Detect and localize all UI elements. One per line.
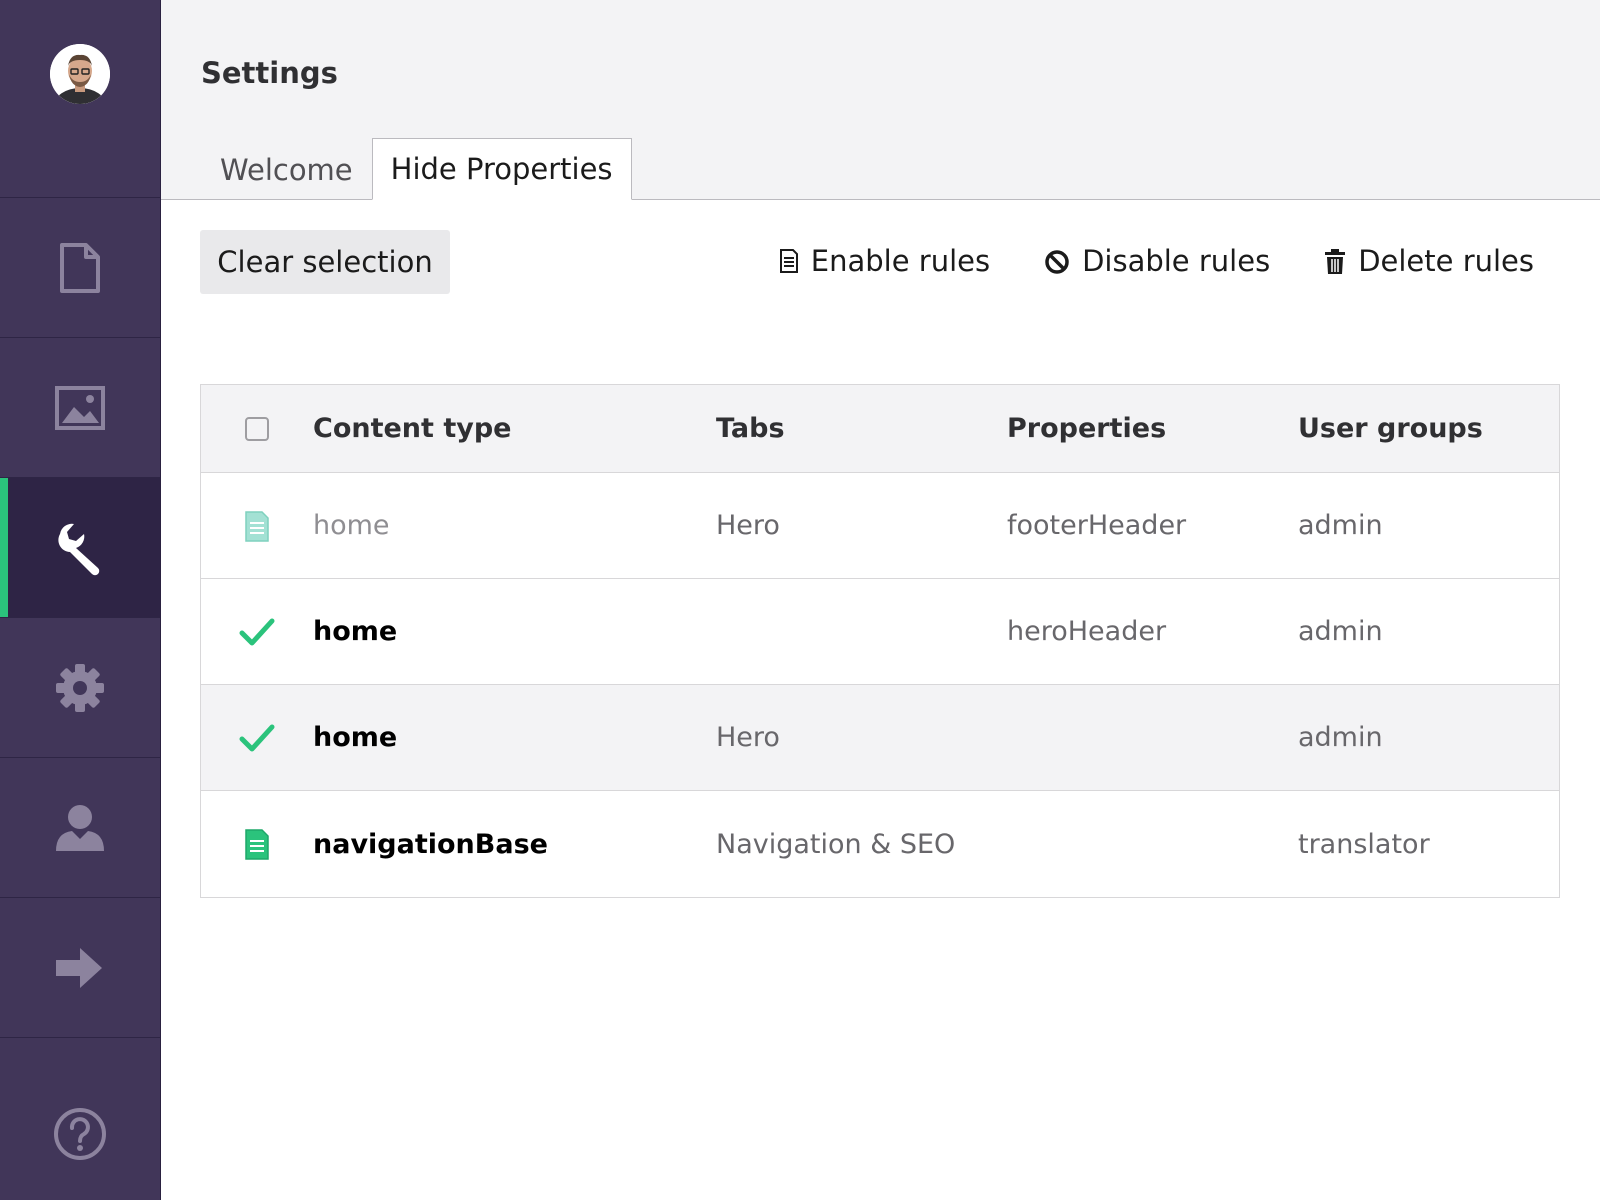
delete-rules-label: Delete rules <box>1358 244 1534 278</box>
document-icon <box>245 829 269 860</box>
cell-tabs: Hero <box>716 510 780 541</box>
cell-tabs: Hero <box>716 722 780 753</box>
table-row[interactable]: home Hero admin <box>201 685 1559 791</box>
trash-icon <box>1325 249 1346 274</box>
arrow-right-icon <box>56 947 102 988</box>
cell-properties: heroHeader <box>1007 616 1167 647</box>
check-icon <box>239 724 275 751</box>
enable-rules-button[interactable]: Enable rules <box>779 236 990 286</box>
sidebar-item-users[interactable] <box>0 758 160 898</box>
disable-rules-label: Disable rules <box>1082 244 1271 278</box>
avatar[interactable] <box>50 44 110 104</box>
image-icon <box>55 385 105 430</box>
cell-user-groups: admin <box>1298 722 1383 753</box>
document-icon <box>60 242 100 293</box>
sidebar-item-media[interactable] <box>0 338 160 478</box>
cell-user-groups: translator <box>1298 828 1430 860</box>
select-all-cell <box>201 416 313 441</box>
check-icon <box>239 618 275 645</box>
rules-table: Content type Tabs Properties User groups… <box>200 384 1560 898</box>
table-row[interactable]: navigationBase Navigation & SEO translat… <box>201 791 1559 897</box>
table-row[interactable]: home Hero footerHeader admin <box>201 473 1559 579</box>
tab-bar: Welcome Hide Properties <box>201 138 632 200</box>
header: Settings Welcome Hide Properties <box>161 0 1600 200</box>
delete-rules-button[interactable]: Delete rules <box>1324 236 1534 286</box>
table-header: Content type Tabs Properties User groups <box>201 385 1559 473</box>
sidebar-item-content[interactable] <box>0 198 160 338</box>
user-icon <box>56 804 104 851</box>
cell-content-type: home <box>313 616 398 647</box>
help-icon[interactable] <box>52 1106 108 1162</box>
help-area <box>0 1106 160 1162</box>
cell-properties: footerHeader <box>1007 510 1187 541</box>
action-bar: Enable rules Disable rules Delete rules <box>779 236 1534 286</box>
tab-hide-properties[interactable]: Hide Properties <box>371 138 632 200</box>
column-header-content-type[interactable]: Content type <box>313 413 716 444</box>
wrench-icon <box>58 523 100 575</box>
cell-content-type: home <box>313 510 390 541</box>
select-all-checkbox[interactable] <box>245 416 269 441</box>
column-header-user-groups[interactable]: User groups <box>1298 413 1559 444</box>
document-list-icon <box>779 249 798 273</box>
cell-content-type: navigationBase <box>313 828 548 860</box>
block-icon <box>1045 250 1069 274</box>
table-row[interactable]: home heroHeader admin <box>201 579 1559 685</box>
column-header-properties[interactable]: Properties <box>1007 413 1298 444</box>
row-status-cell[interactable] <box>201 617 313 647</box>
sidebar <box>0 0 161 1200</box>
cell-user-groups: admin <box>1298 616 1383 647</box>
cell-content-type: home <box>313 722 398 753</box>
avatar-area <box>0 0 160 198</box>
disable-rules-button[interactable]: Disable rules <box>1044 236 1270 286</box>
avatar-image <box>50 44 110 104</box>
gear-icon <box>56 663 104 712</box>
cell-tabs: Navigation & SEO <box>716 828 956 860</box>
enable-rules-label: Enable rules <box>810 244 991 278</box>
row-status-cell[interactable] <box>201 827 313 861</box>
document-icon <box>245 510 269 542</box>
clear-selection-button[interactable]: Clear selection <box>200 230 450 294</box>
tab-welcome[interactable]: Welcome <box>201 138 372 200</box>
sidebar-item-settings[interactable] <box>0 478 160 618</box>
row-status-cell[interactable] <box>201 509 313 543</box>
sidebar-item-forms[interactable] <box>0 898 160 1038</box>
column-header-tabs[interactable]: Tabs <box>716 413 1007 444</box>
row-status-cell[interactable] <box>201 723 313 753</box>
cell-user-groups: admin <box>1298 510 1383 541</box>
sidebar-item-developer[interactable] <box>0 618 160 758</box>
page-title: Settings <box>201 56 338 90</box>
